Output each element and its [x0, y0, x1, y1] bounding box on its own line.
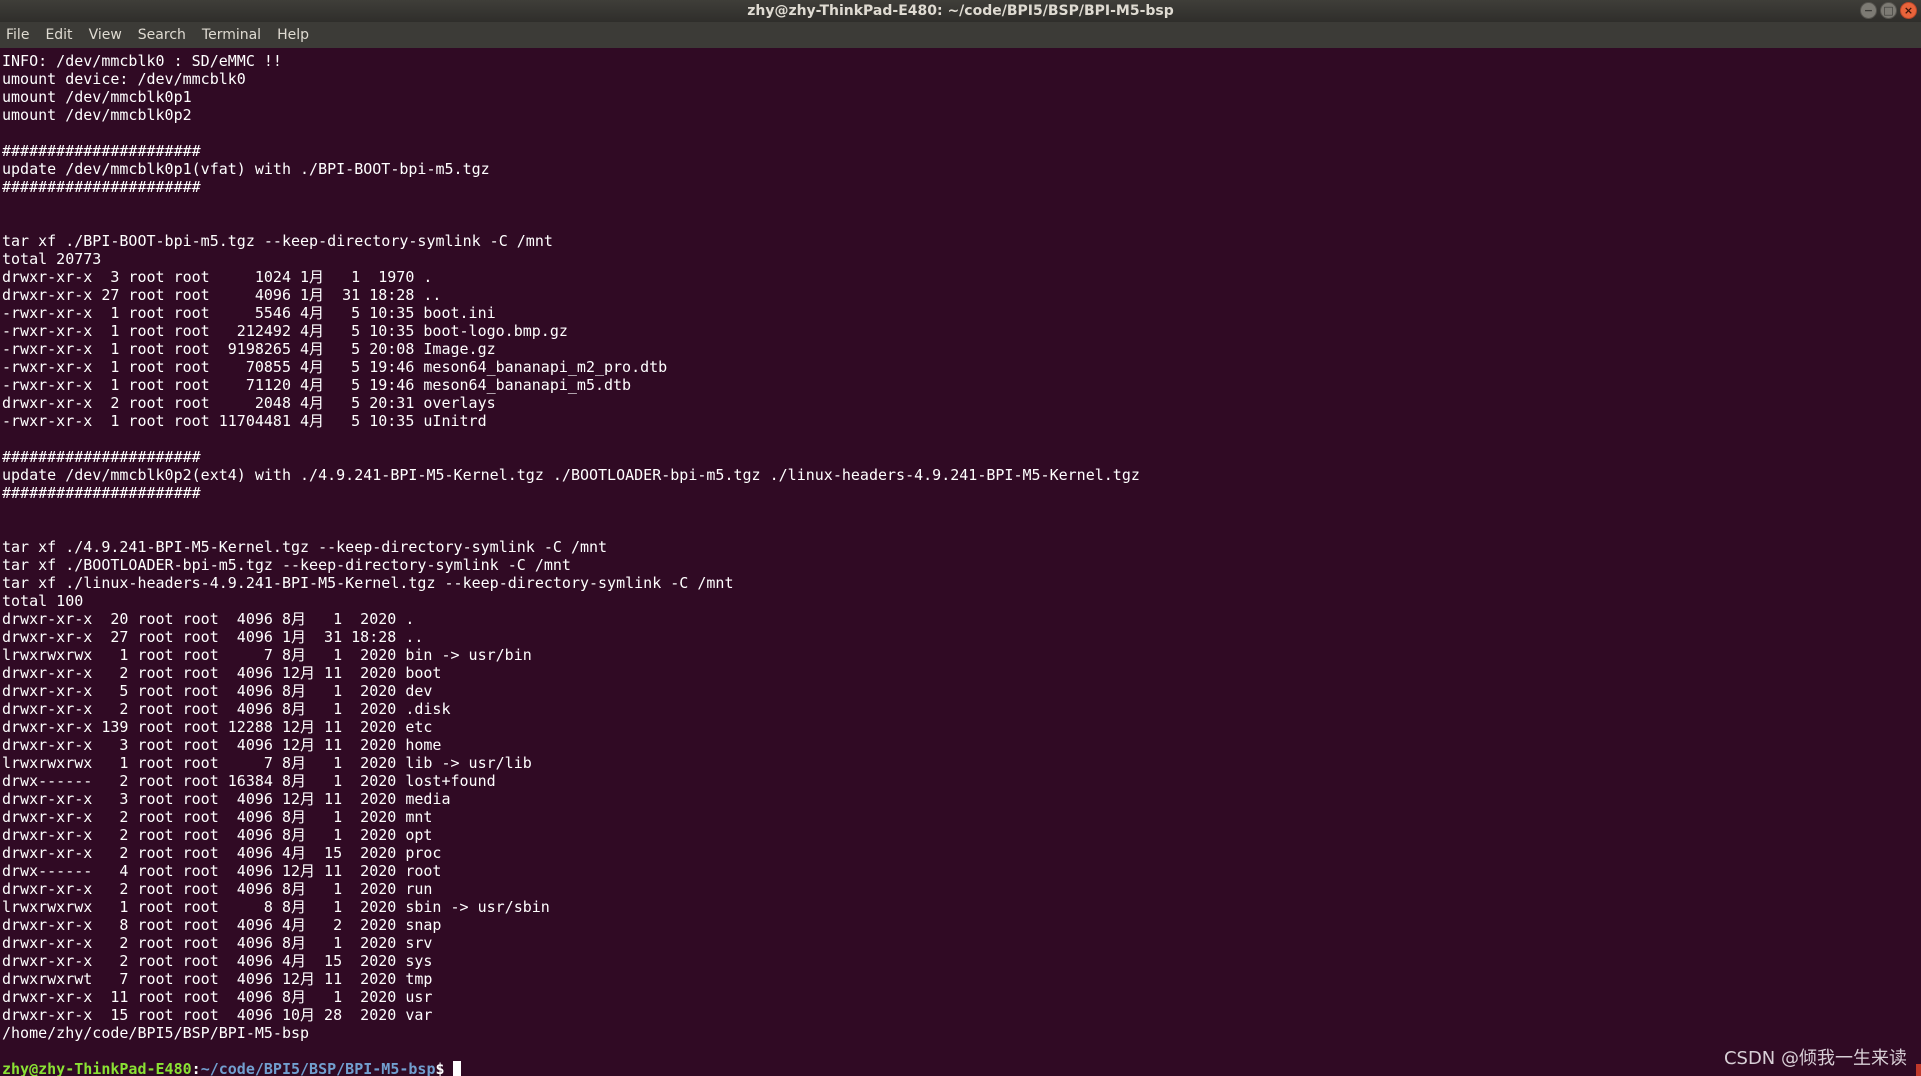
- text-cursor: [452, 1061, 461, 1076]
- terminal-line: drwxr-xr-x 2 root root 4096 12月 11 2020 …: [2, 664, 442, 682]
- terminal-line: tar xf ./BPI-BOOT-bpi-m5.tgz --keep-dire…: [2, 232, 553, 250]
- maximize-button[interactable]: □: [1880, 2, 1897, 19]
- close-button[interactable]: ×: [1900, 2, 1917, 19]
- prompt-separator: :: [191, 1060, 201, 1076]
- terminal-line: /home/zhy/code/BPI5/BSP/BPI-M5-bsp: [2, 1024, 310, 1042]
- menu-view[interactable]: View: [81, 27, 130, 43]
- minimize-button[interactable]: −: [1860, 2, 1877, 19]
- prompt-symbol: $: [435, 1060, 445, 1076]
- window-controls: − □ ×: [1860, 2, 1917, 19]
- prompt-line[interactable]: zhy@zhy-ThinkPad-E480:~/code/BPI5/BSP/BP…: [2, 1060, 1921, 1076]
- window-title: zhy@zhy-ThinkPad-E480: ~/code/BPI5/BSP/B…: [747, 3, 1174, 19]
- terminal-line: drwxr-xr-x 20 root root 4096 8月 1 2020 .: [2, 610, 415, 628]
- terminal-line: drwxr-xr-x 2 root root 2048 4月 5 20:31 o…: [2, 394, 496, 412]
- terminal-line: lrwxrwxrwx 1 root root 7 8月 1 2020 bin -…: [2, 646, 532, 664]
- terminal-line: drwxr-xr-x 2 root root 4096 8月 1 2020 ru…: [2, 880, 433, 898]
- terminal-line: update /dev/mmcblk0p2(ext4) with ./4.9.2…: [2, 466, 1140, 484]
- terminal-line: tar xf ./linux-headers-4.9.241-BPI-M5-Ke…: [2, 574, 734, 592]
- menu-edit[interactable]: Edit: [37, 27, 80, 43]
- terminal-lines: INFO: /dev/mmcblk0 : SD/eMMC !! umount de…: [2, 52, 1921, 1060]
- terminal-line: lrwxrwxrwx 1 root root 7 8月 1 2020 lib -…: [2, 754, 532, 772]
- menu-search[interactable]: Search: [130, 27, 194, 43]
- terminal-line: drwxr-xr-x 2 root root 4096 8月 1 2020 mn…: [2, 808, 433, 826]
- watermark: CSDN @倾我一生来读: [1723, 1048, 1907, 1069]
- terminal-line: umount device: /dev/mmcblk0: [2, 70, 246, 88]
- terminal-line: drwxr-xr-x 27 root root 4096 1月 31 18:28…: [2, 628, 424, 646]
- prompt-path: ~/code/BPI5/BSP/BPI-M5-bsp: [200, 1060, 436, 1076]
- terminal-line: total 20773: [2, 250, 102, 268]
- terminal-line: drwxr-xr-x 11 root root 4096 8月 1 2020 u…: [2, 988, 433, 1006]
- prompt-user-host: zhy@zhy-ThinkPad-E480: [2, 1060, 192, 1076]
- terminal-line: tar xf ./4.9.241-BPI-M5-Kernel.tgz --kee…: [2, 538, 608, 556]
- terminal-line: -rwxr-xr-x 1 root root 212492 4月 5 10:35…: [2, 322, 568, 340]
- terminal-line: drwxr-xr-x 2 root root 4096 8月 1 2020 sr…: [2, 934, 433, 952]
- terminal-line: drwxr-xr-x 2 root root 4096 4月 15 2020 p…: [2, 844, 442, 862]
- terminal-line: -rwxr-xr-x 1 root root 11704481 4月 5 10:…: [2, 412, 487, 430]
- title-bar[interactable]: zhy@zhy-ThinkPad-E480: ~/code/BPI5/BSP/B…: [0, 0, 1921, 22]
- menu-file[interactable]: File: [0, 27, 37, 43]
- terminal-line: -rwxr-xr-x 1 root root 5546 4月 5 10:35 b…: [2, 304, 496, 322]
- terminal-line: -rwxr-xr-x 1 root root 9198265 4月 5 20:0…: [2, 340, 496, 358]
- terminal-line: ######################: [2, 484, 201, 502]
- terminal-line: INFO: /dev/mmcblk0 : SD/eMMC !!: [2, 52, 282, 70]
- terminal-line: lrwxrwxrwx 1 root root 8 8月 1 2020 sbin …: [2, 898, 550, 916]
- corner-indicator: [1916, 1064, 1921, 1076]
- terminal-line: drwxr-xr-x 15 root root 4096 10月 28 2020…: [2, 1006, 433, 1024]
- terminal-line: drwxr-xr-x 5 root root 4096 8月 1 2020 de…: [2, 682, 433, 700]
- terminal-line: tar xf ./BOOTLOADER-bpi-m5.tgz --keep-di…: [2, 556, 571, 574]
- terminal-line: total 100: [2, 592, 84, 610]
- terminal-line: drwxr-xr-x 3 root root 4096 12月 11 2020 …: [2, 736, 442, 754]
- terminal-line: drwxr-xr-x 3 root root 4096 12月 11 2020 …: [2, 790, 451, 808]
- terminal-output[interactable]: INFO: /dev/mmcblk0 : SD/eMMC !! umount de…: [0, 48, 1921, 1076]
- terminal-line: drwxr-xr-x 3 root root 1024 1月 1 1970 .: [2, 268, 433, 286]
- terminal-line: drwx------ 2 root root 16384 8月 1 2020 l…: [2, 772, 496, 790]
- terminal-line: ######################: [2, 178, 201, 196]
- terminal-line: drwxr-xr-x 2 root root 4096 8月 1 2020 op…: [2, 826, 433, 844]
- terminal-window: zhy@zhy-ThinkPad-E480: ~/code/BPI5/BSP/B…: [0, 0, 1921, 1076]
- terminal-line: umount /dev/mmcblk0p1: [2, 88, 192, 106]
- terminal-line: drwxr-xr-x 2 root root 4096 8月 1 2020 .d…: [2, 700, 451, 718]
- terminal-line: -rwxr-xr-x 1 root root 71120 4月 5 19:46 …: [2, 376, 632, 394]
- terminal-line: drwx------ 4 root root 4096 12月 11 2020 …: [2, 862, 442, 880]
- menu-bar: File Edit View Search Terminal Help: [0, 22, 1921, 48]
- terminal-line: ######################: [2, 142, 201, 160]
- terminal-line: drwxrwxrwt 7 root root 4096 12月 11 2020 …: [2, 970, 433, 988]
- menu-help[interactable]: Help: [269, 27, 317, 43]
- terminal-line: umount /dev/mmcblk0p2: [2, 106, 192, 124]
- menu-terminal[interactable]: Terminal: [194, 27, 269, 43]
- terminal-line: drwxr-xr-x 139 root root 12288 12月 11 20…: [2, 718, 433, 736]
- terminal-line: drwxr-xr-x 27 root root 4096 1月 31 18:28…: [2, 286, 442, 304]
- terminal-line: -rwxr-xr-x 1 root root 70855 4月 5 19:46 …: [2, 358, 668, 376]
- terminal-line: drwxr-xr-x 8 root root 4096 4月 2 2020 sn…: [2, 916, 442, 934]
- terminal-line: drwxr-xr-x 2 root root 4096 4月 15 2020 s…: [2, 952, 433, 970]
- terminal-line: ######################: [2, 448, 201, 466]
- terminal-line: update /dev/mmcblk0p1(vfat) with ./BPI-B…: [2, 160, 490, 178]
